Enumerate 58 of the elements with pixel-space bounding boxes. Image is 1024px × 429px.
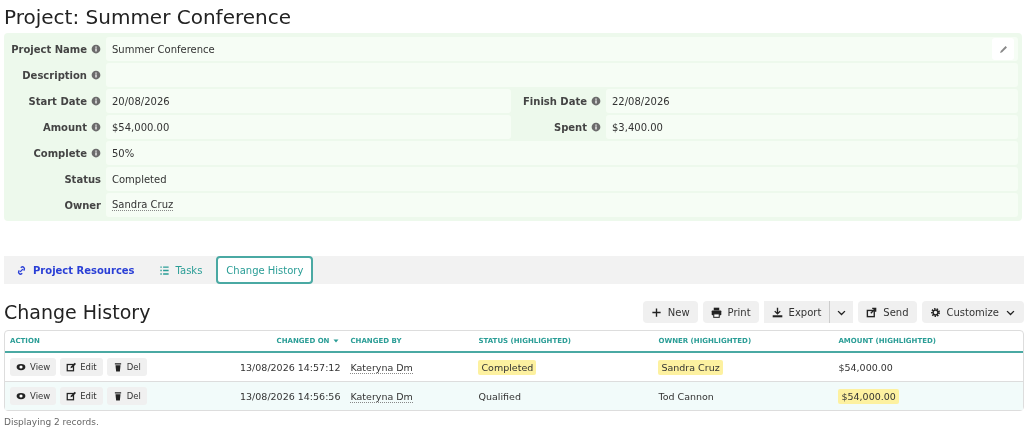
value-text: $54,000.00 (112, 121, 170, 133)
edit-button[interactable] (992, 38, 1014, 60)
table-cell: $54,000.00 (838, 361, 893, 373)
menu-button[interactable]: Customize (921, 301, 1024, 323)
toolbar-button[interactable]: Send (858, 301, 917, 323)
link-icon (16, 264, 27, 276)
dropdown-button[interactable] (829, 301, 854, 323)
field-label: Finish Date (523, 95, 587, 107)
eye-icon (16, 362, 26, 372)
value-text: 20/08/2026 (112, 95, 170, 107)
row-action-button[interactable]: View (10, 387, 57, 405)
section-title: Change History (4, 301, 151, 323)
sort-icon (332, 337, 341, 345)
table-cell: 13/08/2026 14:56:56 (240, 390, 341, 402)
field-label: Description (22, 69, 87, 81)
trash-icon (112, 391, 123, 401)
value-text: 50% (112, 147, 135, 159)
table-cell: Tod Cannon (658, 390, 714, 402)
field-label: Complete (33, 147, 87, 159)
field-label: Spent (553, 121, 587, 133)
row-action-button[interactable]: Edit (60, 387, 103, 405)
tab[interactable]: Change History (216, 256, 314, 284)
value-text: 22/08/2026 (612, 95, 670, 107)
table-cell: $54,000.00 (838, 388, 899, 404)
table-cell: Sandra Cruz (658, 359, 723, 375)
table-cell: Qualified (478, 390, 521, 402)
field-label: Project Name (11, 43, 87, 55)
value-text: $3,400.00 (612, 121, 663, 133)
value-text: Summer Conference (112, 43, 215, 55)
field-label: Amount (42, 121, 87, 133)
pencil-icon (997, 43, 1009, 55)
trash-icon (112, 362, 123, 372)
field-label: Start Date (28, 95, 87, 107)
download-icon (771, 306, 783, 318)
edit-icon (66, 391, 77, 401)
owner-link[interactable]: Sandra Cruz (112, 199, 174, 211)
eye-icon (16, 391, 26, 401)
toolbar-button[interactable]: Print (702, 301, 759, 323)
page-title: Project: Summer Conference (3, 4, 293, 31)
row-action-button[interactable]: Edit (60, 358, 103, 376)
list-icon (158, 264, 170, 276)
value-text: Completed (112, 173, 167, 185)
field-label: Status (64, 173, 101, 185)
user-link[interactable]: Kateryna Dm (350, 361, 413, 374)
table-cell: 13/08/2026 14:57:12 (240, 361, 341, 373)
row-action-button[interactable]: Del (106, 387, 147, 405)
share-icon (866, 306, 878, 318)
plus-icon (650, 306, 662, 318)
settings-icon (929, 306, 941, 318)
toolbar-button[interactable]: New (642, 301, 698, 323)
edit-icon (66, 362, 77, 372)
table-cell: Completed (478, 359, 537, 375)
row-action-button[interactable]: Del (106, 358, 147, 376)
row-action-button[interactable]: View (10, 358, 57, 376)
record-count: Displaying 2 records. (4, 417, 99, 427)
tab[interactable]: Project Resources (6, 256, 145, 284)
printer-icon (710, 306, 722, 318)
field-label: Owner (64, 199, 101, 211)
